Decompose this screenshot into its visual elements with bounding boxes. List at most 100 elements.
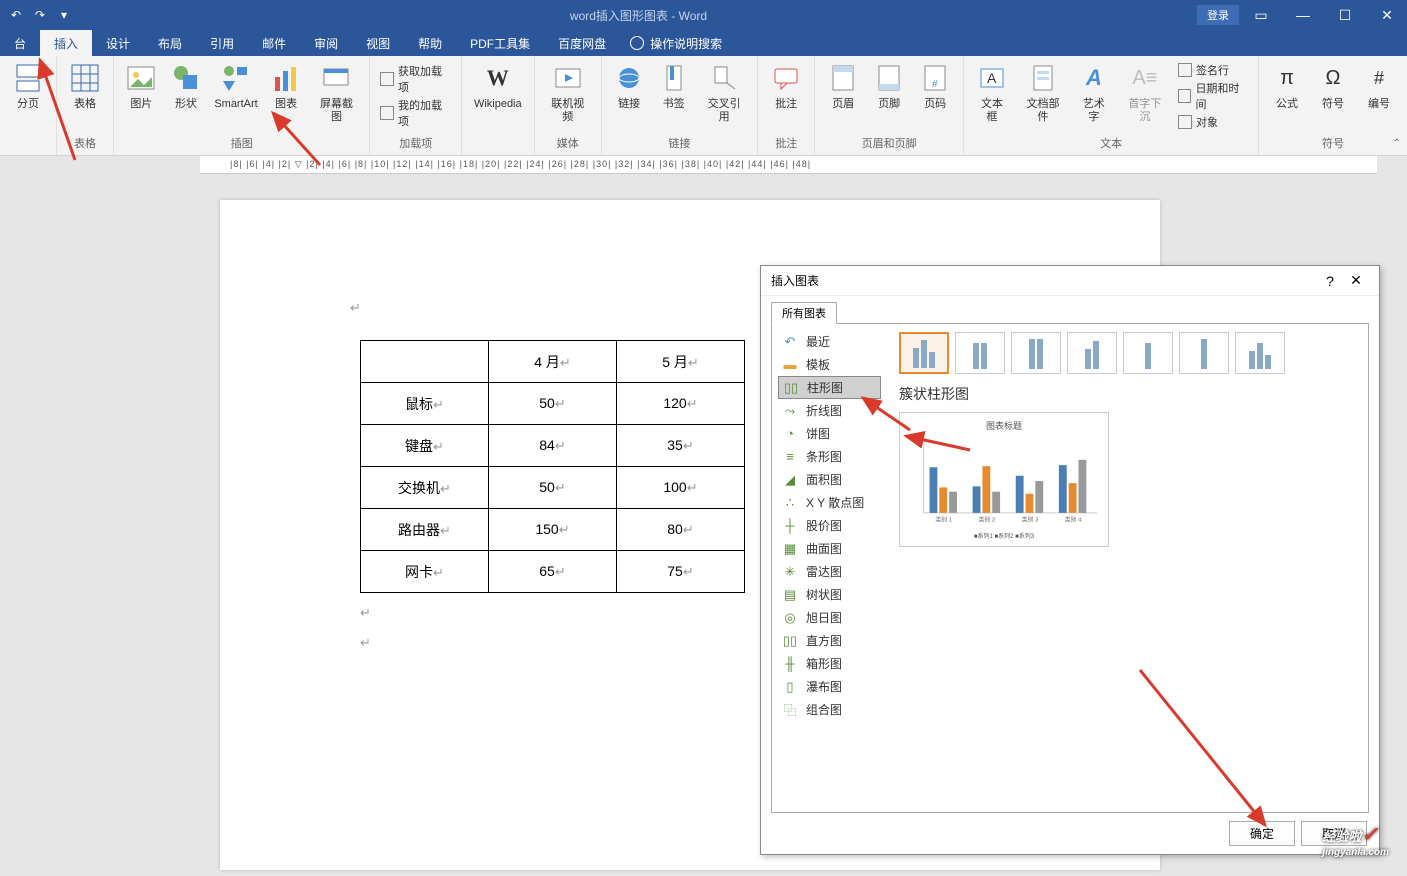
th-month2[interactable]: 5 月↵ <box>617 341 745 383</box>
close-icon[interactable]: ✕ <box>1367 0 1407 30</box>
r4c2[interactable]: 80↵ <box>617 509 745 551</box>
undo-icon[interactable]: ↶ <box>8 8 24 22</box>
tab-insert[interactable]: 插入 <box>40 30 92 56</box>
cat-templates[interactable]: ▬模板 <box>772 353 887 376</box>
footer-button[interactable]: 页脚 <box>867 58 911 133</box>
subtype-100stacked[interactable] <box>1011 332 1061 374</box>
subtype-3d-clustered[interactable] <box>1067 332 1117 374</box>
pagenum-button[interactable]: #页码 <box>913 58 957 133</box>
ruler[interactable]: |8| |6| |4| |2| ▽ |2| |4| |6| |8| |10| |… <box>200 156 1377 174</box>
r3c0[interactable]: 交换机↵ <box>361 467 489 509</box>
preview-chart-svg: 类别 1类别 2类别 3类别 4 <box>906 436 1102 531</box>
cat-scatter[interactable]: ∴X Y 散点图 <box>772 491 887 514</box>
minimize-icon[interactable]: — <box>1283 0 1323 30</box>
cat-boxplot[interactable]: ╫箱形图 <box>772 652 887 675</box>
cat-line[interactable]: ⤳折线图 <box>772 399 887 422</box>
subtype-3d-column[interactable] <box>1235 332 1285 374</box>
redo-icon[interactable]: ↷ <box>32 8 48 22</box>
comment-button[interactable]: 批注 <box>764 58 808 133</box>
r5c0[interactable]: 网卡↵ <box>361 551 489 593</box>
cat-pie[interactable]: ◔饼图 <box>772 422 887 445</box>
qat-more-icon[interactable]: ▾ <box>56 8 72 22</box>
online-video-button[interactable]: 联机视频 <box>541 58 595 133</box>
cat-sunburst[interactable]: ◎旭日图 <box>772 606 887 629</box>
th-month1[interactable]: 4 月↵ <box>489 341 617 383</box>
shapes-button[interactable]: 形状 <box>165 58 208 133</box>
r4c0[interactable]: 路由器↵ <box>361 509 489 551</box>
ribbon-options-icon[interactable]: ▭ <box>1241 0 1281 30</box>
r1c2[interactable]: 120↵ <box>617 383 745 425</box>
bookmark-button[interactable]: 书签 <box>652 58 695 133</box>
symbol-button[interactable]: Ω符号 <box>1311 58 1355 133</box>
page-break-button[interactable]: 分页 <box>6 58 50 149</box>
tab-help[interactable]: 帮助 <box>404 30 456 56</box>
cat-waterfall[interactable]: ▯瀑布图 <box>772 675 887 698</box>
date-time[interactable]: 日期和时间 <box>1178 80 1248 112</box>
subtype-stacked[interactable] <box>955 332 1005 374</box>
help-icon[interactable]: ? <box>1317 273 1343 289</box>
tell-me[interactable]: 操作说明搜索 <box>620 30 732 56</box>
r5c2[interactable]: 75↵ <box>617 551 745 593</box>
login-button[interactable]: 登录 <box>1197 5 1239 25</box>
tab-file[interactable]: 台 <box>0 30 40 56</box>
tab-design[interactable]: 设计 <box>92 30 144 56</box>
dialog-close-icon[interactable]: ✕ <box>1343 272 1369 289</box>
maximize-icon[interactable]: ☐ <box>1325 0 1365 30</box>
svg-text:类别 4: 类别 4 <box>1065 516 1082 524</box>
tab-baidu[interactable]: 百度网盘 <box>544 30 620 56</box>
header-button[interactable]: 页眉 <box>821 58 865 133</box>
r2c0[interactable]: 键盘↵ <box>361 425 489 467</box>
tab-view[interactable]: 视图 <box>352 30 404 56</box>
subtype-3d-stacked[interactable] <box>1123 332 1173 374</box>
th-blank[interactable] <box>361 341 489 383</box>
r1c0[interactable]: 鼠标↵ <box>361 383 489 425</box>
cat-stock[interactable]: ┼股价图 <box>772 514 887 537</box>
cat-column[interactable]: ▯▯柱形图 <box>778 376 881 399</box>
subtype-3d-100stacked[interactable] <box>1179 332 1229 374</box>
cat-treemap[interactable]: ▤树状图 <box>772 583 887 606</box>
wikipedia-button[interactable]: WWikipedia <box>468 58 528 149</box>
tab-layout[interactable]: 布局 <box>144 30 196 56</box>
screenshot-button[interactable]: 屏幕截图 <box>309 58 363 133</box>
signature-line[interactable]: 签名行 <box>1178 62 1248 78</box>
my-addins[interactable]: 我的加载项 <box>380 97 450 129</box>
chart-preview[interactable]: 图表标题 类别 1类别 2类别 3类别 4 ■系列1 ■系列2 ■系列3 <box>899 412 1109 547</box>
cat-combo[interactable]: ⿻组合图 <box>772 698 887 721</box>
smartart-button[interactable]: SmartArt <box>209 58 263 133</box>
wordart-button[interactable]: A艺术字 <box>1072 58 1116 133</box>
object[interactable]: 对象 <box>1178 114 1248 130</box>
number-button[interactable]: #编号 <box>1357 58 1401 133</box>
crossref-button[interactable]: 交叉引用 <box>697 58 751 133</box>
tab-references[interactable]: 引用 <box>196 30 248 56</box>
collapse-ribbon-icon[interactable]: ⌃ <box>1393 138 1401 149</box>
r5c1[interactable]: 65↵ <box>489 551 617 593</box>
dialog-tab-all[interactable]: 所有图表 <box>771 302 837 324</box>
r4c1[interactable]: 150↵ <box>489 509 617 551</box>
textbox-button[interactable]: A文本框 <box>970 58 1014 133</box>
get-addins[interactable]: 获取加载项 <box>380 63 450 95</box>
r1c1[interactable]: 50↵ <box>489 383 617 425</box>
dropcap-button[interactable]: A≡首字下沉 <box>1118 58 1172 133</box>
quickparts-button[interactable]: 文档部件 <box>1016 58 1070 133</box>
cat-area[interactable]: ◢面积图 <box>772 468 887 491</box>
tab-review[interactable]: 审阅 <box>300 30 352 56</box>
tab-pdf[interactable]: PDF工具集 <box>456 30 544 56</box>
equation-button[interactable]: π公式 <box>1265 58 1309 133</box>
pictures-button[interactable]: 图片 <box>120 58 163 133</box>
table-button[interactable]: 表格 <box>63 58 107 133</box>
ok-button[interactable]: 确定 <box>1229 821 1295 846</box>
link-button[interactable]: 链接 <box>608 58 651 133</box>
r3c2[interactable]: 100↵ <box>617 467 745 509</box>
subtype-clustered[interactable] <box>899 332 949 374</box>
cat-recent[interactable]: ↶最近 <box>772 330 887 353</box>
chart-button[interactable]: 图表 <box>265 58 308 133</box>
cat-radar[interactable]: ✳雷达图 <box>772 560 887 583</box>
r2c1[interactable]: 84↵ <box>489 425 617 467</box>
data-table[interactable]: 4 月↵5 月↵ 鼠标↵50↵120↵ 键盘↵84↵35↵ 交换机↵50↵100… <box>360 340 745 593</box>
cat-bar[interactable]: ≡条形图 <box>772 445 887 468</box>
r3c1[interactable]: 50↵ <box>489 467 617 509</box>
cat-surface[interactable]: ▦曲面图 <box>772 537 887 560</box>
r2c2[interactable]: 35↵ <box>617 425 745 467</box>
cat-histogram[interactable]: ▯▯直方图 <box>772 629 887 652</box>
tab-mailings[interactable]: 邮件 <box>248 30 300 56</box>
